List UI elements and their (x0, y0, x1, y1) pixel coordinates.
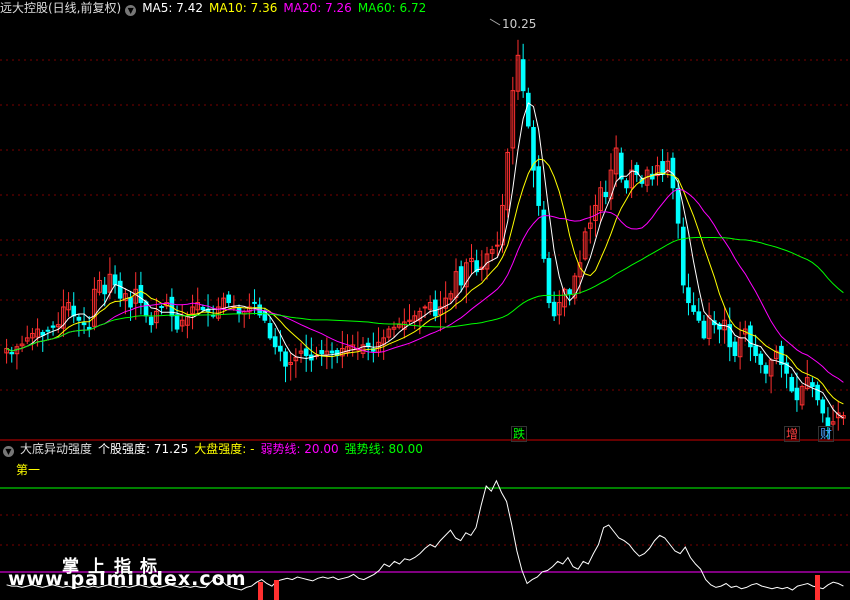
candle-body (458, 266, 464, 286)
strong-line-value: 强势线: 80.00 (344, 442, 423, 456)
candle-body (319, 350, 324, 355)
candle-body (603, 191, 609, 198)
candle-body (618, 152, 624, 180)
candle-body (758, 353, 764, 365)
chevron-down-icon[interactable]: ▼ (3, 446, 14, 457)
candle-body (526, 92, 531, 127)
candle-body (541, 209, 547, 259)
candle-body (267, 323, 273, 339)
candle-body (226, 294, 232, 304)
candle-body (128, 297, 133, 308)
chevron-down-icon[interactable]: ▼ (125, 5, 137, 16)
candle-body (86, 326, 92, 330)
candle-body (701, 320, 707, 339)
candle-body (303, 348, 309, 357)
weak-line-value: 弱势线: 20.00 (260, 442, 339, 456)
candle-body (433, 299, 438, 317)
candle-body (148, 316, 154, 326)
main-header: 远大控股(日线,前复权) ▼ MA5: 7.42 MA10: 7.36 MA20: 7.… (0, 0, 432, 16)
candle-body (278, 345, 283, 352)
ma20-value: MA20: 7.26 (283, 1, 352, 15)
candle-body (686, 287, 691, 304)
ma10-value: MA10: 7.36 (208, 1, 278, 15)
event-tag-finance[interactable]: 财 (818, 426, 835, 442)
ma5-value: MA5: 7.42 (142, 1, 203, 15)
candle-body (112, 274, 118, 286)
stock-strength-value: 个股强度: 71.25 (98, 442, 189, 456)
candlestick-series (4, 39, 846, 440)
candle-body (495, 244, 500, 247)
indicator-title[interactable]: 大底异动强度 (20, 442, 92, 456)
candle-body (81, 322, 87, 326)
candle-body (820, 399, 826, 414)
candle-body (50, 325, 56, 328)
candle-body (71, 305, 77, 317)
candle-body (567, 289, 572, 295)
candle-body (159, 306, 164, 309)
candle-body (691, 305, 696, 312)
candle-body (117, 280, 123, 299)
candle-body (45, 329, 51, 332)
candle-body (794, 387, 800, 401)
ma60-value: MA60: 6.72 (357, 1, 427, 15)
event-tag-fall[interactable]: 跌 (511, 426, 528, 442)
indicator-label-first: 第一 (16, 463, 41, 477)
main-title[interactable]: 远大控股(日线,前复权) (0, 1, 121, 15)
candle-body (732, 341, 738, 357)
ma60-line (6, 236, 844, 352)
candle-body (763, 365, 769, 374)
candle-body (520, 59, 526, 92)
candle-body (329, 350, 335, 354)
signal-bar (258, 582, 263, 600)
signal-bar (815, 575, 820, 600)
candle-body (9, 352, 15, 355)
candle-body (675, 187, 681, 224)
candle-body (200, 306, 206, 311)
peak-marker: 10.25 (489, 17, 536, 31)
peak-pointer-line (489, 18, 501, 26)
candle-body (174, 314, 180, 330)
candle-body (753, 345, 758, 357)
candle-body (143, 301, 149, 317)
watermark-url: www.palmindex.com (8, 568, 247, 590)
candle-body (825, 417, 831, 427)
candle-body (102, 284, 108, 295)
signal-bar (274, 580, 279, 600)
candle-body (680, 226, 686, 286)
candle-body (696, 311, 702, 321)
ma10-line (6, 158, 844, 405)
candle-body (272, 336, 278, 348)
candle-body (815, 384, 820, 401)
candle-body (138, 284, 144, 304)
candle-body (76, 316, 82, 321)
ma20-line (6, 188, 844, 383)
candle-body (660, 161, 665, 176)
candle-body (810, 382, 815, 387)
candle-body (283, 351, 288, 367)
candle-body (546, 258, 552, 304)
candle-body (536, 166, 541, 206)
candle-body (551, 301, 557, 317)
chart-canvas: 10.25 (0, 17, 850, 600)
candle-body (789, 376, 795, 392)
candle-body (422, 306, 428, 309)
candle-body (252, 301, 257, 304)
peak-price-label: 10.25 (502, 17, 536, 31)
event-tag-increase[interactable]: 增 (784, 426, 801, 442)
candle-body (624, 180, 629, 189)
market-strength-value: 大盘强度: - (194, 442, 255, 456)
sub-header: ▼ 大底异动强度 个股强度: 71.25 大盘强度: - 弱势线: 20.00 强势线: … (0, 441, 429, 457)
